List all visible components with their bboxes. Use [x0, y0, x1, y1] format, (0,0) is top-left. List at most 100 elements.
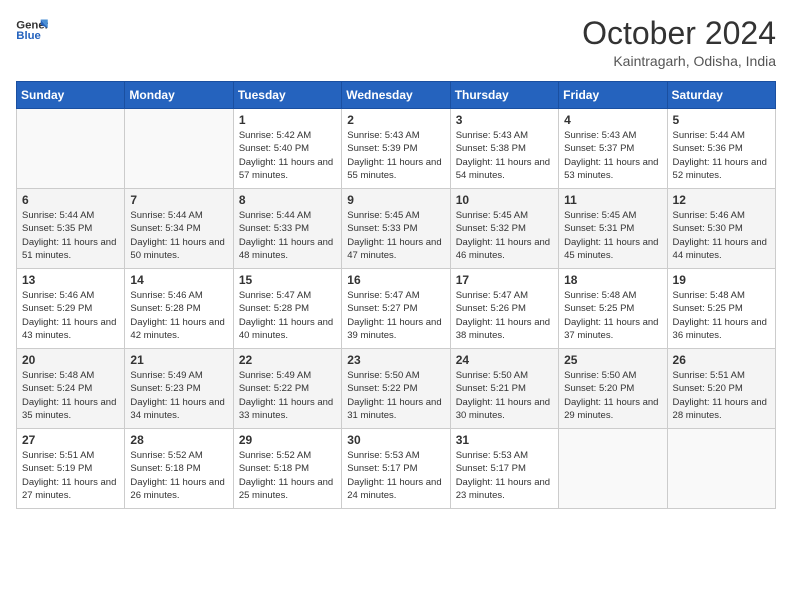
calendar-table: SundayMondayTuesdayWednesdayThursdayFrid… [16, 81, 776, 509]
day-number: 13 [22, 273, 119, 287]
calendar-cell: 25 Sunrise: 5:50 AMSunset: 5:20 PMDayligh… [559, 349, 667, 429]
weekday-header: Monday [125, 82, 233, 109]
day-number: 20 [22, 353, 119, 367]
day-number: 5 [673, 113, 770, 127]
weekday-header: Saturday [667, 82, 775, 109]
day-number: 10 [456, 193, 553, 207]
day-number: 9 [347, 193, 444, 207]
day-detail: Sunrise: 5:42 AMSunset: 5:40 PMDaylight:… [239, 129, 336, 182]
day-number: 30 [347, 433, 444, 447]
calendar-cell: 3Sunrise: 5:43 AMSunset: 5:38 PMDaylight… [450, 109, 558, 189]
calendar-cell: 14Sunrise: 5:46 AMSunset: 5:28 PMDayligh… [125, 269, 233, 349]
day-number: 11 [564, 193, 661, 207]
day-detail: Sunrise: 5:47 AMSunset: 5:26 PMDaylight:… [456, 289, 553, 342]
day-detail: Sunrise: 5:44 AMSunset: 5:34 PMDaylight:… [130, 209, 227, 262]
day-detail: Sunrise: 5:44 AMSunset: 5:35 PMDaylight:… [22, 209, 119, 262]
day-number: 17 [456, 273, 553, 287]
calendar-cell [559, 429, 667, 509]
day-detail: Sunrise: 5:51 AMSunset: 5:19 PMDaylight:… [22, 449, 119, 502]
calendar-cell: 27 Sunrise: 5:51 AMSunset: 5:19 PMDayligh… [17, 429, 125, 509]
calendar-cell: 10Sunrise: 5:45 AMSunset: 5:32 PMDayligh… [450, 189, 558, 269]
day-number: 2 [347, 113, 444, 127]
calendar-cell: 21 Sunrise: 5:49 AMSunset: 5:23 PMDayligh… [125, 349, 233, 429]
day-detail: Sunrise: 5:44 AMSunset: 5:33 PMDaylight:… [239, 209, 336, 262]
day-number: 26 [673, 353, 770, 367]
calendar-cell: 31Sunrise: 5:53 AMSunset: 5:17 PMDayligh… [450, 429, 558, 509]
weekday-header: Friday [559, 82, 667, 109]
day-detail: Sunrise: 5:43 AMSunset: 5:38 PMDaylight:… [456, 129, 553, 182]
day-detail: Sunrise: 5:48 AMSunset: 5:24 PMDaylight:… [22, 369, 119, 422]
day-number: 12 [673, 193, 770, 207]
page-header: General Blue October 2024 Kaintragarh, O… [16, 16, 776, 69]
day-detail: Sunrise: 5:49 AMSunset: 5:22 PMDaylight:… [239, 369, 336, 422]
day-detail: Sunrise: 5:45 AMSunset: 5:33 PMDaylight:… [347, 209, 444, 262]
calendar-cell [17, 109, 125, 189]
weekday-header: Wednesday [342, 82, 450, 109]
calendar-cell: 30Sunrise: 5:53 AMSunset: 5:17 PMDayligh… [342, 429, 450, 509]
day-number: 24 [456, 353, 553, 367]
weekday-header: Tuesday [233, 82, 341, 109]
calendar-cell: 8 Sunrise: 5:44 AMSunset: 5:33 PMDaylight… [233, 189, 341, 269]
day-detail: Sunrise: 5:45 AMSunset: 5:31 PMDaylight:… [564, 209, 661, 262]
calendar-cell: 15 Sunrise: 5:47 AMSunset: 5:28 PMDayligh… [233, 269, 341, 349]
calendar-cell: 20 Sunrise: 5:48 AMSunset: 5:24 PMDayligh… [17, 349, 125, 429]
calendar-cell: 16Sunrise: 5:47 AMSunset: 5:27 PMDayligh… [342, 269, 450, 349]
day-number: 8 [239, 193, 336, 207]
day-detail: Sunrise: 5:47 AMSunset: 5:28 PMDaylight:… [239, 289, 336, 342]
calendar-cell: 18 Sunrise: 5:48 AMSunset: 5:25 PMDayligh… [559, 269, 667, 349]
day-detail: Sunrise: 5:50 AMSunset: 5:20 PMDaylight:… [564, 369, 661, 422]
day-number: 4 [564, 113, 661, 127]
day-number: 27 [22, 433, 119, 447]
day-detail: Sunrise: 5:47 AMSunset: 5:27 PMDaylight:… [347, 289, 444, 342]
calendar-cell: 29Sunrise: 5:52 AMSunset: 5:18 PMDayligh… [233, 429, 341, 509]
day-detail: Sunrise: 5:43 AMSunset: 5:37 PMDaylight:… [564, 129, 661, 182]
day-detail: Sunrise: 5:51 AMSunset: 5:20 PMDaylight:… [673, 369, 770, 422]
calendar-cell: 19 Sunrise: 5:48 AMSunset: 5:25 PMDayligh… [667, 269, 775, 349]
day-detail: Sunrise: 5:44 AMSunset: 5:36 PMDaylight:… [673, 129, 770, 182]
day-number: 15 [239, 273, 336, 287]
day-detail: Sunrise: 5:46 AMSunset: 5:30 PMDaylight:… [673, 209, 770, 262]
day-detail: Sunrise: 5:48 AMSunset: 5:25 PMDaylight:… [564, 289, 661, 342]
svg-text:Blue: Blue [16, 30, 41, 42]
day-number: 28 [130, 433, 227, 447]
day-detail: Sunrise: 5:50 AMSunset: 5:22 PMDaylight:… [347, 369, 444, 422]
weekday-header: Sunday [17, 82, 125, 109]
calendar-cell: 12 Sunrise: 5:46 AMSunset: 5:30 PMDayligh… [667, 189, 775, 269]
calendar-week-row: 1 Sunrise: 5:42 AMSunset: 5:40 PMDaylight… [17, 109, 776, 189]
calendar-cell: 9 Sunrise: 5:45 AMSunset: 5:33 PMDaylight… [342, 189, 450, 269]
calendar-week-row: 13 Sunrise: 5:46 AMSunset: 5:29 PMDayligh… [17, 269, 776, 349]
calendar-cell [125, 109, 233, 189]
month-title: October 2024 [582, 16, 776, 51]
calendar-cell: 4 Sunrise: 5:43 AMSunset: 5:37 PMDaylight… [559, 109, 667, 189]
calendar-cell: 28 Sunrise: 5:52 AMSunset: 5:18 PMDayligh… [125, 429, 233, 509]
day-number: 18 [564, 273, 661, 287]
calendar-cell: 13 Sunrise: 5:46 AMSunset: 5:29 PMDayligh… [17, 269, 125, 349]
day-number: 6 [22, 193, 119, 207]
calendar-cell: 17 Sunrise: 5:47 AMSunset: 5:26 PMDayligh… [450, 269, 558, 349]
calendar-week-row: 20 Sunrise: 5:48 AMSunset: 5:24 PMDayligh… [17, 349, 776, 429]
day-detail: Sunrise: 5:46 AMSunset: 5:29 PMDaylight:… [22, 289, 119, 342]
calendar-cell [667, 429, 775, 509]
calendar-cell: 5 Sunrise: 5:44 AMSunset: 5:36 PMDaylight… [667, 109, 775, 189]
calendar-week-row: 27 Sunrise: 5:51 AMSunset: 5:19 PMDayligh… [17, 429, 776, 509]
day-detail: Sunrise: 5:49 AMSunset: 5:23 PMDaylight:… [130, 369, 227, 422]
day-number: 7 [130, 193, 227, 207]
logo: General Blue [16, 16, 48, 44]
calendar-week-row: 6 Sunrise: 5:44 AMSunset: 5:35 PMDaylight… [17, 189, 776, 269]
day-number: 19 [673, 273, 770, 287]
day-number: 1 [239, 113, 336, 127]
calendar-cell: 6 Sunrise: 5:44 AMSunset: 5:35 PMDaylight… [17, 189, 125, 269]
day-detail: Sunrise: 5:50 AMSunset: 5:21 PMDaylight:… [456, 369, 553, 422]
calendar-cell: 11 Sunrise: 5:45 AMSunset: 5:31 PMDayligh… [559, 189, 667, 269]
day-detail: Sunrise: 5:48 AMSunset: 5:25 PMDaylight:… [673, 289, 770, 342]
day-number: 23 [347, 353, 444, 367]
location-subtitle: Kaintragarh, Odisha, India [582, 53, 776, 69]
calendar-cell: 23 Sunrise: 5:50 AMSunset: 5:22 PMDayligh… [342, 349, 450, 429]
weekday-header-row: SundayMondayTuesdayWednesdayThursdayFrid… [17, 82, 776, 109]
day-number: 25 [564, 353, 661, 367]
day-detail: Sunrise: 5:46 AMSunset: 5:28 PMDaylight:… [130, 289, 227, 342]
day-number: 21 [130, 353, 227, 367]
day-number: 29 [239, 433, 336, 447]
day-detail: Sunrise: 5:52 AMSunset: 5:18 PMDaylight:… [130, 449, 227, 502]
calendar-cell: 22Sunrise: 5:49 AMSunset: 5:22 PMDayligh… [233, 349, 341, 429]
